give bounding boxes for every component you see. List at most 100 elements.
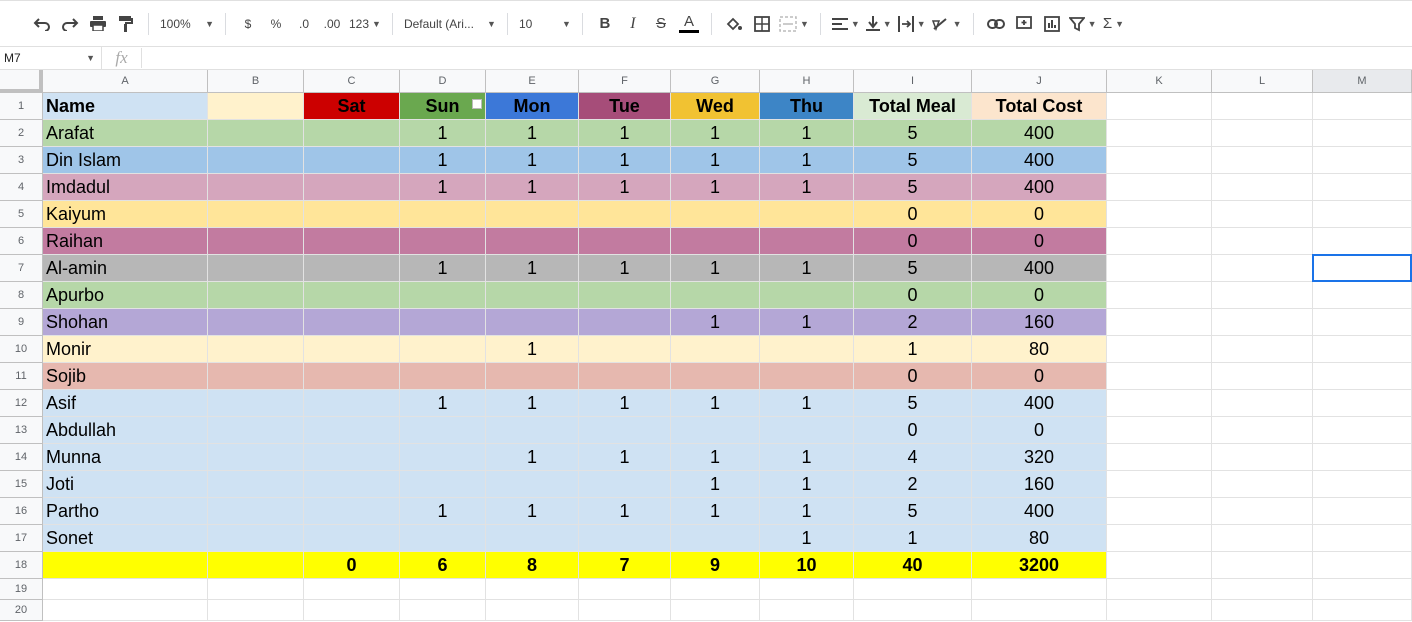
empty-cell[interactable] xyxy=(304,600,400,621)
table-cell[interactable] xyxy=(208,498,304,525)
table-cell[interactable]: 1 xyxy=(579,174,671,201)
table-cell[interactable] xyxy=(400,444,486,471)
row-header-12[interactable]: 12 xyxy=(0,390,43,417)
row-header-7[interactable]: 7 xyxy=(0,255,43,282)
table-cell[interactable] xyxy=(304,255,400,282)
empty-cell[interactable] xyxy=(1313,390,1412,417)
empty-cell[interactable] xyxy=(1107,228,1212,255)
name-cell[interactable]: Monir xyxy=(43,336,208,363)
table-cell[interactable] xyxy=(208,390,304,417)
header-cell[interactable]: Total Cost xyxy=(972,93,1107,120)
table-cell[interactable]: 1 xyxy=(671,174,760,201)
total-cost-cell[interactable]: 80 xyxy=(972,336,1107,363)
column-header-i[interactable]: I xyxy=(854,70,972,93)
table-cell[interactable]: 1 xyxy=(486,147,579,174)
empty-cell[interactable] xyxy=(671,579,760,600)
empty-cell[interactable] xyxy=(43,579,208,600)
empty-cell[interactable] xyxy=(1107,174,1212,201)
table-cell[interactable]: 1 xyxy=(671,390,760,417)
column-header-l[interactable]: L xyxy=(1212,70,1313,93)
total-meal-cell[interactable]: 0 xyxy=(854,228,972,255)
table-cell[interactable]: 1 xyxy=(579,147,671,174)
horizontal-align-icon[interactable]: ▼ xyxy=(830,10,862,38)
empty-cell[interactable] xyxy=(1212,525,1313,552)
totals-cell[interactable]: 9 xyxy=(671,552,760,579)
bold-button[interactable]: B xyxy=(592,10,618,38)
empty-cell[interactable] xyxy=(1212,444,1313,471)
table-cell[interactable] xyxy=(579,363,671,390)
total-meal-cell[interactable]: 5 xyxy=(854,498,972,525)
row-header-18[interactable]: 18 xyxy=(0,552,43,579)
empty-cell[interactable] xyxy=(1107,336,1212,363)
empty-cell[interactable] xyxy=(208,600,304,621)
name-cell[interactable]: Din Islam xyxy=(43,147,208,174)
header-cell[interactable] xyxy=(208,93,304,120)
header-cell[interactable]: Thu xyxy=(760,93,854,120)
table-cell[interactable] xyxy=(760,417,854,444)
total-meal-cell[interactable]: 4 xyxy=(854,444,972,471)
empty-cell[interactable] xyxy=(760,579,854,600)
name-cell[interactable]: Al-amin xyxy=(43,255,208,282)
empty-cell[interactable] xyxy=(1313,579,1412,600)
text-wrap-icon[interactable]: ▼ xyxy=(896,10,928,38)
table-cell[interactable] xyxy=(486,525,579,552)
column-header-d[interactable]: D xyxy=(400,70,486,93)
empty-cell[interactable] xyxy=(1313,174,1412,201)
empty-cell[interactable] xyxy=(579,600,671,621)
empty-cell[interactable] xyxy=(486,600,579,621)
insert-chart-icon[interactable] xyxy=(1039,10,1065,38)
empty-cell[interactable] xyxy=(1313,228,1412,255)
empty-cell[interactable] xyxy=(1107,363,1212,390)
empty-cell[interactable] xyxy=(1107,417,1212,444)
total-meal-cell[interactable]: 5 xyxy=(854,147,972,174)
empty-cell[interactable] xyxy=(1212,93,1313,120)
table-cell[interactable] xyxy=(208,309,304,336)
empty-cell[interactable] xyxy=(854,600,972,621)
empty-cell[interactable] xyxy=(486,579,579,600)
header-cell[interactable]: Name xyxy=(43,93,208,120)
vertical-align-icon[interactable]: ▼ xyxy=(864,10,894,38)
total-cost-cell[interactable]: 0 xyxy=(972,201,1107,228)
table-cell[interactable] xyxy=(579,201,671,228)
column-header-f[interactable]: F xyxy=(579,70,671,93)
table-cell[interactable]: 1 xyxy=(400,147,486,174)
table-cell[interactable] xyxy=(671,525,760,552)
header-cell[interactable]: Tue xyxy=(579,93,671,120)
total-meal-cell[interactable]: 0 xyxy=(854,363,972,390)
totals-cell[interactable]: 7 xyxy=(579,552,671,579)
empty-cell[interactable] xyxy=(671,600,760,621)
merge-cells-icon[interactable]: ▼ xyxy=(777,10,811,38)
total-meal-cell[interactable]: 5 xyxy=(854,174,972,201)
table-cell[interactable] xyxy=(304,282,400,309)
insert-link-icon[interactable] xyxy=(983,10,1009,38)
text-rotation-icon[interactable]: ▼ xyxy=(930,10,964,38)
print-icon[interactable] xyxy=(85,10,111,38)
table-cell[interactable]: 1 xyxy=(760,525,854,552)
column-header-b[interactable]: B xyxy=(208,70,304,93)
table-cell[interactable] xyxy=(579,336,671,363)
empty-cell[interactable] xyxy=(1313,444,1412,471)
empty-cell[interactable] xyxy=(1107,309,1212,336)
table-cell[interactable]: 1 xyxy=(400,255,486,282)
header-cell[interactable]: Wed xyxy=(671,93,760,120)
empty-cell[interactable] xyxy=(1313,201,1412,228)
table-cell[interactable] xyxy=(304,120,400,147)
empty-cell[interactable] xyxy=(400,579,486,600)
column-header-c[interactable]: C xyxy=(304,70,400,93)
total-cost-cell[interactable]: 80 xyxy=(972,525,1107,552)
table-cell[interactable]: 1 xyxy=(760,309,854,336)
table-cell[interactable]: 1 xyxy=(579,498,671,525)
empty-cell[interactable] xyxy=(1212,390,1313,417)
empty-cell[interactable] xyxy=(400,600,486,621)
table-cell[interactable] xyxy=(486,417,579,444)
table-cell[interactable] xyxy=(486,309,579,336)
table-cell[interactable]: 1 xyxy=(671,498,760,525)
empty-cell[interactable] xyxy=(1313,147,1412,174)
name-cell[interactable]: Imdadul xyxy=(43,174,208,201)
table-cell[interactable] xyxy=(208,417,304,444)
table-cell[interactable] xyxy=(760,363,854,390)
table-cell[interactable] xyxy=(579,228,671,255)
totals-cell[interactable]: 0 xyxy=(304,552,400,579)
total-meal-cell[interactable]: 0 xyxy=(854,201,972,228)
row-header-15[interactable]: 15 xyxy=(0,471,43,498)
